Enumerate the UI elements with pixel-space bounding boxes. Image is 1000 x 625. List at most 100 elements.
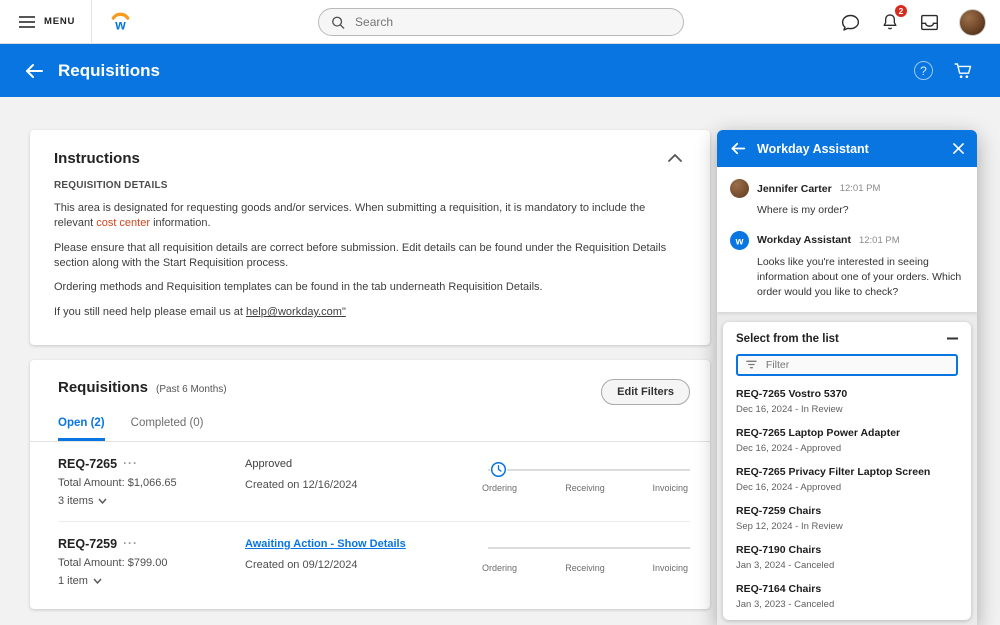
chevron-up-icon — [668, 154, 682, 162]
step-label-invoicing: Invoicing — [652, 483, 688, 493]
message-sender: Jennifer Carter — [757, 183, 832, 195]
assistant-header: Workday Assistant — [717, 130, 977, 167]
workday-assistant-panel: Workday Assistant Jennifer Carter 12:01 … — [717, 130, 977, 625]
chat-message: Jennifer Carter 12:01 PM Where is my ord… — [730, 179, 964, 218]
requisitions-title: Requisitions — [58, 379, 148, 396]
search-bar[interactable] — [318, 8, 684, 36]
select-list-title: Select from the list — [736, 333, 839, 345]
progress-tracker: Ordering Receiving Invoicing — [480, 539, 690, 581]
option-meta: Dec 16, 2024 - Approved — [736, 443, 958, 454]
option-name: REQ-7265 Laptop Power Adapter — [736, 427, 958, 440]
help-email-link[interactable]: help@workday.com" — [246, 306, 346, 318]
notifications-button[interactable]: 2 — [880, 11, 900, 33]
option-name: REQ-7259 Chairs — [736, 505, 958, 518]
list-filter-box[interactable] — [736, 354, 958, 376]
back-button[interactable] — [24, 63, 44, 79]
awaiting-action-link[interactable]: Awaiting Action - Show Details — [245, 537, 480, 550]
page-header: Requisitions ? — [0, 44, 1000, 97]
message-sender: Workday Assistant — [757, 234, 851, 246]
items-toggle[interactable]: 3 items — [58, 495, 107, 507]
chat-button[interactable] — [840, 12, 861, 33]
chat-message: w Workday Assistant 12:01 PM Looks like … — [730, 231, 964, 300]
search-icon — [331, 15, 345, 30]
requisition-row: REQ-7259 ··· Total Amount: $799.00 1 ite… — [30, 522, 710, 601]
list-filter-input[interactable] — [764, 358, 948, 372]
requisition-created: Created on 12/16/2024 — [245, 479, 480, 491]
cart-button[interactable] — [953, 61, 974, 81]
inbox-icon — [919, 13, 940, 32]
select-from-list-card: Select from the list REQ-7265 Vostro 537… — [723, 322, 971, 621]
cart-icon — [953, 61, 974, 81]
edit-filters-button[interactable]: Edit Filters — [601, 379, 690, 405]
list-item[interactable]: REQ-7265 Privacy Filter Laptop Screen De… — [736, 466, 958, 493]
profile-button[interactable] — [959, 9, 986, 36]
list-item[interactable]: REQ-7265 Laptop Power Adapter Dec 16, 20… — [736, 427, 958, 454]
requisition-id: REQ-7259 — [58, 537, 117, 551]
option-meta: Jan 3, 2023 - Canceled — [736, 599, 958, 610]
step-label-ordering: Ordering — [482, 483, 517, 493]
svg-text:w: w — [114, 18, 126, 33]
assistant-back-button[interactable] — [730, 142, 746, 155]
hamburger-menu-icon — [18, 15, 36, 29]
tab-open[interactable]: Open (2) — [58, 417, 105, 441]
assistant-chat: Jennifer Carter 12:01 PM Where is my ord… — [717, 167, 977, 312]
collapse-instructions-button[interactable] — [664, 150, 686, 166]
notification-badge: 2 — [894, 4, 908, 18]
progress-line — [488, 469, 690, 471]
option-name: REQ-7164 Chairs — [736, 583, 958, 596]
inbox-button[interactable] — [919, 13, 940, 32]
page-title: Requisitions — [58, 61, 160, 81]
instructions-card: Instructions REQUISITION DETAILS This ar… — [30, 130, 710, 345]
p1-text-after: information. — [150, 217, 211, 229]
option-meta: Dec 16, 2024 - Approved — [736, 482, 958, 493]
assistant-close-button[interactable] — [953, 143, 964, 154]
option-meta: Sep 12, 2024 - In Review — [736, 521, 958, 532]
search-input[interactable] — [353, 14, 671, 30]
option-meta: Jan 3, 2024 - Canceled — [736, 560, 958, 571]
list-item[interactable]: REQ-7259 Chairs Sep 12, 2024 - In Review — [736, 505, 958, 532]
list-item[interactable]: REQ-7164 Chairs Jan 3, 2023 - Canceled — [736, 583, 958, 610]
chevron-down-icon — [93, 578, 102, 584]
progress-line — [488, 547, 690, 549]
message-text: Looks like you're interested in seeing i… — [757, 255, 964, 300]
close-icon — [953, 143, 964, 154]
step-label-invoicing: Invoicing — [652, 563, 688, 573]
requisition-created: Created on 09/12/2024 — [245, 559, 480, 571]
assistant-title: Workday Assistant — [757, 142, 942, 156]
instructions-paragraph-3: Ordering methods and Requisition templat… — [54, 280, 686, 295]
assistant-avatar-icon: w — [730, 231, 749, 250]
requisitions-subtitle: (Past 6 Months) — [156, 384, 227, 395]
back-arrow-icon — [730, 142, 746, 155]
option-name: REQ-7265 Privacy Filter Laptop Screen — [736, 466, 958, 479]
chat-icon — [840, 12, 861, 33]
option-meta: Dec 16, 2024 - In Review — [736, 404, 958, 415]
step-label-ordering: Ordering — [482, 563, 517, 573]
menu-label: MENU — [44, 16, 75, 27]
option-name: REQ-7190 Chairs — [736, 544, 958, 557]
list-item[interactable]: REQ-7265 Vostro 5370 Dec 16, 2024 - In R… — [736, 388, 958, 415]
option-name: REQ-7265 Vostro 5370 — [736, 388, 958, 401]
filter-icon — [746, 359, 757, 370]
items-label: 1 item — [58, 575, 88, 587]
chevron-down-icon — [98, 498, 107, 504]
step-label-receiving: Receiving — [565, 563, 605, 573]
clock-icon — [490, 461, 507, 478]
help-button[interactable]: ? — [914, 61, 933, 80]
items-toggle[interactable]: 1 item — [58, 575, 102, 587]
workday-logo[interactable]: w — [92, 9, 133, 34]
tab-completed[interactable]: Completed (0) — [131, 417, 204, 441]
user-message-avatar — [730, 179, 749, 198]
cost-center-highlight: cost center — [96, 217, 150, 229]
collapse-list-button[interactable] — [947, 337, 958, 340]
instructions-paragraph-4: If you still need help please email us a… — [54, 305, 686, 320]
menu-button[interactable]: MENU — [0, 0, 91, 43]
message-time: 12:01 PM — [859, 235, 900, 246]
list-item[interactable]: REQ-7190 Chairs Jan 3, 2024 - Canceled — [736, 544, 958, 571]
message-text: Where is my order? — [757, 203, 964, 218]
related-actions-icon[interactable]: ··· — [123, 540, 138, 547]
p4-text: If you still need help please email us a… — [54, 306, 246, 318]
related-actions-icon[interactable]: ··· — [123, 460, 138, 467]
progress-tracker: Ordering Receiving Invoicing — [480, 459, 690, 501]
message-time: 12:01 PM — [840, 183, 881, 194]
user-avatar — [959, 9, 986, 36]
